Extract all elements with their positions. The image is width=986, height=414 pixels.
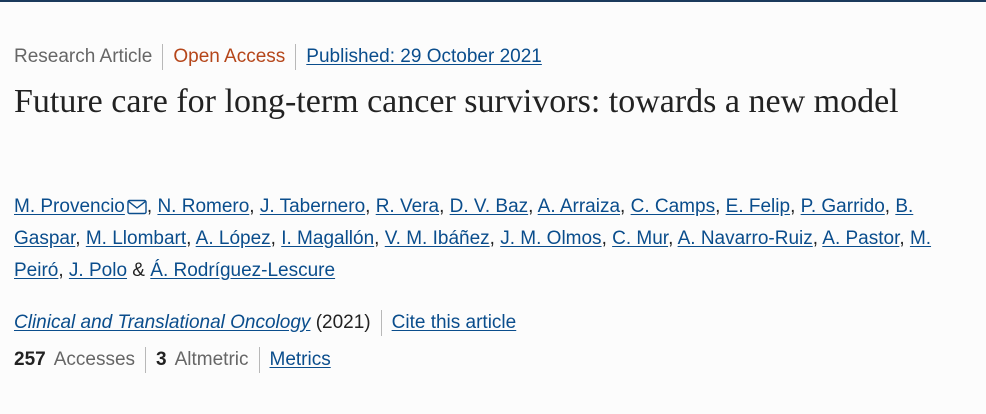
metrics-link[interactable]: Metrics [270,347,331,373]
author-link[interactable]: R. Vera [376,196,439,217]
accesses-label: Accesses [53,349,136,370]
article-type: Research Article [14,46,153,67]
author-link[interactable]: V. M. Ibáñez [385,228,490,249]
author-separator: , [58,260,64,281]
accesses-count: 257 [14,349,46,370]
divider [258,347,260,373]
divider [380,310,382,336]
author-link[interactable]: J. M. Olmos [500,228,601,249]
author-link[interactable]: Á. Rodríguez-Lescure [150,260,335,281]
author-link[interactable]: A. Navarro-Ruiz [678,228,813,249]
cite-article-link[interactable]: Cite this article [392,310,517,336]
author-link[interactable]: A. Arraiza [538,196,620,217]
author-separator: , [186,228,192,249]
altmetric-label: Altmetric [174,349,249,370]
author-separator: , [528,196,534,217]
author-separator: , [374,228,380,249]
author-link[interactable]: N. Romero [157,196,249,217]
article-meta-row: Research Article Open Access Published: 29… [14,44,542,70]
author-separator: , [146,196,153,217]
author-separator: , [715,196,721,217]
author-link[interactable]: M. Llombart [86,228,186,249]
author-separator: , [270,228,276,249]
author-separator: , [365,196,371,217]
metrics-row: 257 Accesses 3 Altmetric Metrics [14,347,331,373]
author-link[interactable]: J. Polo [69,260,127,281]
author-separator: , [75,228,81,249]
author-separator: , [249,196,255,217]
author-link[interactable]: M. Provencio [14,196,125,217]
top-rule [0,0,986,2]
author-separator: , [489,228,495,249]
author-link[interactable]: I. Magallón [281,228,374,249]
author-last-joiner: & [132,260,145,281]
author-link[interactable]: J. Tabernero [260,196,365,217]
author-separator: , [620,196,626,217]
divider [162,44,164,70]
author-separator: , [790,196,796,217]
author-link[interactable]: A. López [196,228,271,249]
author-separator: , [812,228,819,249]
altmetric-count: 3 [156,349,167,370]
author-separator: , [601,228,607,249]
author-separator: , [884,196,891,217]
journal-link[interactable]: Clinical and Translational Oncology [14,310,310,336]
divider [145,347,147,373]
article-title: Future care for long-term cancer survivo… [14,83,899,120]
author-link[interactable]: D. V. Baz [450,196,529,217]
author-link[interactable]: C. Camps [631,196,715,217]
journal-year: (2021) [315,312,371,333]
author-separator: , [439,196,445,217]
journal-row: Clinical and Translational Oncology (202… [14,310,516,336]
author-list: M. Provencio, N. Romero, J. Tabernero, R… [14,191,964,287]
divider [295,44,297,70]
open-access-label: Open Access [173,46,286,67]
author-link[interactable]: C. Mur [612,228,668,249]
mail-icon[interactable] [127,194,147,215]
author-link[interactable]: P. Garrido [801,196,885,217]
author-link[interactable]: A. Pastor [822,228,899,249]
published-date-link[interactable]: Published: 29 October 2021 [306,45,542,69]
author-separator: , [899,228,905,249]
author-link[interactable]: E. Felip [726,196,790,217]
author-separator: , [668,228,674,249]
